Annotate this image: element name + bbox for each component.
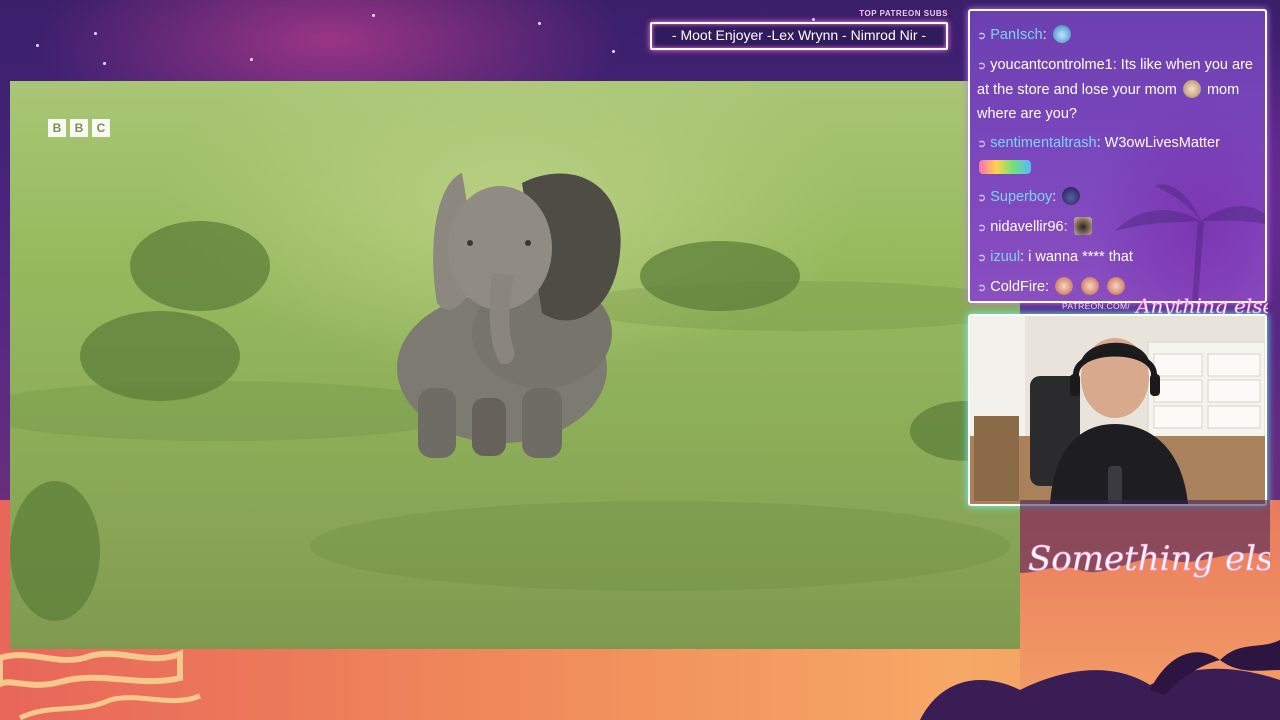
palm-silhouette-decoration (920, 640, 1280, 720)
giraffe-pattern-decoration (0, 649, 201, 720)
chat-username: youcantcontrolme1 (990, 57, 1113, 73)
chat-text: i wanna **** that (1028, 249, 1133, 265)
baby-elephant (397, 173, 621, 458)
emote-icon (1055, 277, 1074, 295)
chat-username: sentimentaltrash (990, 135, 1097, 151)
emote-icon (1062, 187, 1081, 205)
emote-icon (1052, 25, 1071, 43)
chat-message: ➲ sentimentaltrash: W3owLivesMatter (977, 131, 1257, 180)
chat-username: izuul (990, 249, 1021, 265)
chat-username: Superboy (990, 189, 1053, 205)
chat-message: ➲ izuul: i wanna **** that (977, 249, 1133, 265)
something-else-logo-text: Something else (1028, 539, 1270, 579)
chat-bullet-icon: ➲ (977, 138, 987, 150)
streamer-webcam-image (970, 316, 1265, 504)
chat-bullet-icon: ➲ (977, 60, 987, 72)
bbc-watermark: B B C (48, 119, 110, 137)
emote-icon (1107, 277, 1126, 295)
chat-username: PanIsch (990, 27, 1043, 43)
bbc-letter: C (92, 119, 110, 137)
chat-bullet-icon: ➲ (977, 252, 987, 264)
chat-message: ➲ nidavellir96: (977, 215, 1257, 240)
chat-bullet-icon: ➲ (977, 192, 987, 204)
emote-icon (1073, 217, 1092, 235)
emote-icon (979, 160, 1031, 174)
chat-message: ➲ Superboy: (977, 185, 1257, 210)
chat-bullet-icon: ➲ (977, 222, 987, 234)
top-patreon-subs-box: - Moot Enjoyer -Lex Wrynn - Nimrod Nir - (650, 22, 948, 50)
chat-bullet-icon: ➲ (977, 282, 987, 294)
chat-message-list: ➲ PanIsch: ➲ youcantcontrolme1: Its like w… (977, 23, 1257, 301)
chat-text: W3owLivesMatter (1104, 135, 1220, 151)
top-patreon-subs-title: TOP PATREON SUBS (859, 9, 948, 18)
chat-message: ➲ youcantcontrolme1: Its like when you ar… (977, 57, 1253, 122)
video-player[interactable]: B B C (10, 81, 1020, 649)
chat-username: nidavellir96 (990, 219, 1064, 235)
chat-bullet-icon: ➲ (977, 30, 987, 42)
emote-icon (1182, 80, 1201, 98)
bbc-letter: B (48, 119, 66, 137)
webcam-feed (968, 314, 1267, 506)
top-patreon-subs-names: - Moot Enjoyer -Lex Wrynn - Nimrod Nir - (671, 27, 927, 43)
bbc-letter: B (70, 119, 88, 137)
chat-username: ColdFire (990, 279, 1046, 295)
emote-icon (1081, 277, 1100, 295)
patreon-url: PATREON.COM/ (1062, 301, 1130, 311)
chat-panel: ➲ PanIsch: ➲ youcantcontrolme1: Its like w… (968, 9, 1267, 303)
chat-message: ➲ PanIsch: (977, 23, 1257, 48)
